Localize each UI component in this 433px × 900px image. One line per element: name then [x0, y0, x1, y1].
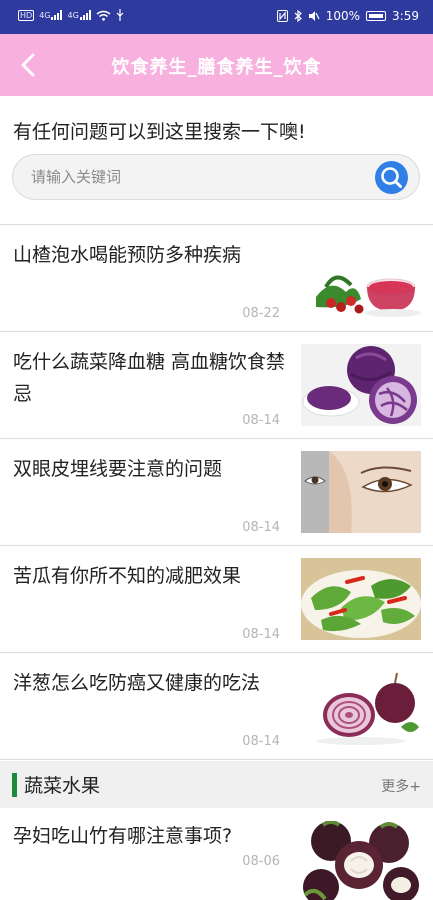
- search-icon: [381, 167, 402, 188]
- status-left: HD 4G 4G: [18, 9, 124, 21]
- title-bar: 饮食养生_膳食养生_饮食: [0, 34, 433, 96]
- section-header: 蔬菜水果 更多+: [0, 761, 433, 808]
- search-area: 有任何问题可以到这里搜索一下噢!: [0, 96, 433, 224]
- search-input[interactable]: [31, 155, 371, 199]
- signal-icon-1: 4G: [39, 10, 63, 20]
- section-title: 蔬菜水果: [24, 775, 101, 797]
- list-item[interactable]: 山楂泡水喝能预防多种疾病 08-22: [0, 225, 433, 332]
- article-title: 苦瓜有你所不知的减肥效果: [13, 565, 242, 587]
- article-list: 山楂泡水喝能预防多种疾病 08-22 吃什么蔬菜降血糖 高血糖饮食禁忌 08-1…: [0, 225, 433, 760]
- nfc-icon: [276, 10, 288, 22]
- search-button[interactable]: [375, 161, 408, 194]
- article-title: 洋葱怎么吃防癌又健康的吃法: [13, 672, 261, 694]
- eye-closeup-image: [301, 451, 421, 533]
- article-date: 08-14: [242, 627, 280, 642]
- search-box: [12, 154, 420, 200]
- clock: 3:59: [392, 9, 419, 23]
- list-item[interactable]: 吃什么蔬菜降血糖 高血糖饮食禁忌 08-14: [0, 332, 433, 439]
- article-title: 双眼皮埋线要注意的问题: [13, 458, 223, 480]
- purple-cabbage-image: [301, 344, 421, 426]
- battery-icon: [366, 11, 387, 21]
- page-title: 饮食养生_膳食养生_饮食: [111, 57, 322, 78]
- bluetooth-icon: [294, 10, 302, 22]
- hd-icon: HD: [18, 9, 35, 21]
- list-item[interactable]: 双眼皮埋线要注意的问题 08-14: [0, 439, 433, 546]
- back-arrow-icon[interactable]: [14, 50, 44, 80]
- list-item[interactable]: 苦瓜有你所不知的减肥效果 08-14: [0, 546, 433, 653]
- article-title: 孕妇吃山竹有哪注意事项?: [13, 825, 233, 847]
- mangosteen-image: [301, 821, 421, 900]
- search-prompt: 有任何问题可以到这里搜索一下噢!: [13, 121, 306, 143]
- network-type-label: 4G: [39, 11, 51, 20]
- wifi-icon: [96, 10, 111, 21]
- article-date: 08-06: [242, 854, 280, 869]
- battery-percent: 100%: [325, 9, 361, 23]
- bitter-melon-dish-image: [301, 558, 421, 640]
- article-date: 08-22: [242, 306, 280, 321]
- article-title: 山楂泡水喝能预防多种疾病: [13, 244, 242, 266]
- article-date: 08-14: [242, 413, 280, 428]
- article-date: 08-14: [242, 734, 280, 749]
- section-accent-bar: [12, 773, 17, 797]
- usb-icon: [116, 9, 124, 21]
- more-link[interactable]: 更多+: [381, 776, 421, 796]
- network-type-label: 4G: [67, 11, 79, 20]
- mute-icon: [308, 11, 320, 21]
- article-date: 08-14: [242, 520, 280, 535]
- list-item[interactable]: 洋葱怎么吃防癌又健康的吃法 08-14: [0, 653, 433, 760]
- red-onion-image: [301, 665, 421, 747]
- article-title: 吃什么蔬菜降血糖 高血糖饮食禁忌: [13, 351, 286, 405]
- signal-icon-2: 4G: [67, 10, 91, 20]
- status-bar: HD 4G 4G 100% 3:59: [0, 0, 433, 34]
- status-right: 100% 3:59: [276, 9, 419, 23]
- hawthorn-tea-image: [301, 237, 421, 319]
- list-item[interactable]: 孕妇吃山竹有哪注意事项? 08-06: [0, 808, 433, 900]
